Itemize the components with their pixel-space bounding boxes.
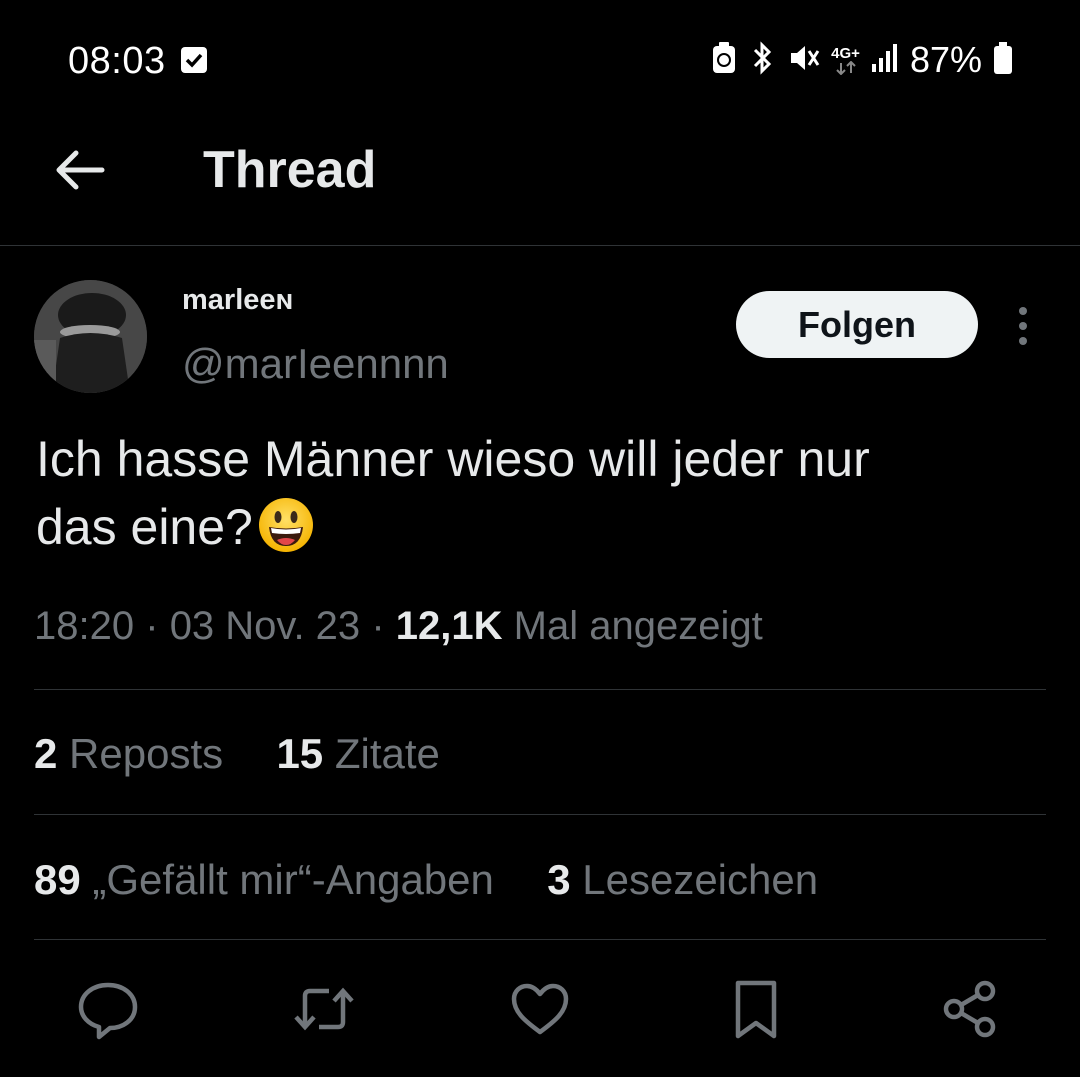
share-icon — [943, 980, 996, 1038]
tweet-meta: 18:20 · 03 Nov. 23 · 12,1K Mal angezeigt — [34, 604, 763, 649]
stats-divider — [34, 814, 1046, 815]
network-label: 4G+ — [831, 44, 860, 62]
tweet-time[interactable]: 18:20 — [34, 604, 134, 648]
network-4g-icon: 4G+ — [831, 46, 860, 75]
user-handle[interactable]: @marIeennnn — [182, 340, 449, 388]
reposts-stat[interactable]: 2 Reposts — [34, 730, 223, 777]
battery-icon — [992, 41, 1014, 80]
follow-button[interactable]: Folgen — [736, 291, 978, 358]
stats-row-likes: 89 „Gefällt mir“-Angaben 3 Lesezeichen — [34, 856, 818, 904]
share-button[interactable] — [937, 976, 1003, 1042]
repost-icon — [294, 987, 354, 1031]
display-name[interactable]: marleeɴ — [182, 284, 293, 317]
avatar[interactable] — [34, 280, 147, 393]
likes-count: 89 — [34, 856, 81, 903]
actions-divider — [34, 939, 1046, 940]
avatar-image — [34, 280, 147, 393]
header-divider — [0, 245, 1080, 246]
battery-saver-icon — [711, 41, 737, 80]
quotes-label: Zitate — [334, 730, 440, 777]
tweet-text-line-2: das eine? — [36, 493, 1046, 561]
bookmarks-stat[interactable]: 3 Lesezeichen — [547, 856, 818, 903]
back-button[interactable] — [52, 142, 108, 198]
tweet-date[interactable]: 03 Nov. 23 — [170, 604, 361, 648]
likes-label: „Gefällt mir“-Angaben — [92, 856, 494, 903]
reposts-label: Reposts — [69, 730, 224, 777]
bookmarks-count: 3 — [547, 856, 571, 903]
meta-separator: · — [145, 604, 159, 648]
quotes-stat[interactable]: 15 Zitate — [276, 730, 439, 777]
meta-divider — [34, 689, 1046, 690]
reply-button[interactable] — [75, 976, 141, 1042]
reply-icon — [78, 982, 138, 1040]
like-button[interactable] — [507, 976, 573, 1042]
repost-button[interactable] — [291, 976, 357, 1042]
views-count: 12,1K — [395, 604, 503, 648]
notification-check-icon — [181, 47, 207, 73]
arrow-left-icon — [56, 150, 105, 190]
views-label: Mal angezeigt — [513, 604, 763, 648]
likes-stat[interactable]: 89 „Gefällt mir“-Angaben — [34, 856, 494, 903]
bookmarks-label: Lesezeichen — [582, 856, 819, 903]
bookmark-button[interactable] — [723, 976, 789, 1042]
reposts-count: 2 — [34, 730, 58, 777]
quotes-count: 15 — [276, 730, 324, 777]
stats-row-reposts: 2 Reposts 15 Zitate — [34, 730, 440, 778]
status-time: 08:03 — [68, 40, 166, 82]
signal-icon — [870, 42, 900, 79]
tweet-text: Ich hasse Männer wieso will jeder nur da… — [36, 425, 1046, 561]
more-options-icon[interactable] — [1008, 306, 1038, 346]
grinning-face-emoji — [257, 496, 315, 554]
bookmark-icon — [735, 980, 777, 1039]
mute-icon — [787, 41, 821, 80]
tweet-text-line-1: Ich hasse Männer wieso will jeder nur — [36, 431, 870, 487]
battery-percent: 87% — [909, 39, 982, 80]
page-title: Thread — [203, 141, 377, 199]
like-icon — [511, 983, 569, 1035]
meta-separator-2: · — [371, 604, 385, 648]
tweet-text-line-2-text: das eine? — [36, 499, 253, 555]
bluetooth-icon — [747, 40, 777, 80]
status-icons: 4G+ 87% — [711, 38, 1014, 82]
